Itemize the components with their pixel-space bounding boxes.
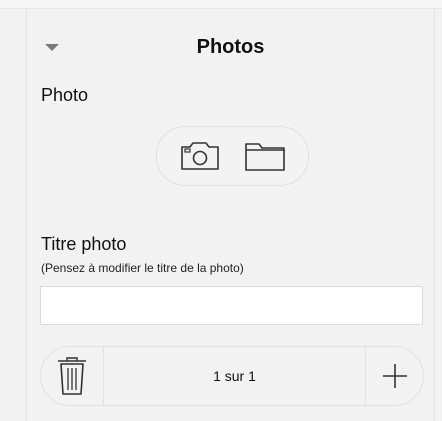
photo-pager: 1 sur 1 [40,346,424,406]
section-title: Photos [196,36,265,58]
photo-source-buttons [156,126,309,186]
photos-panel: Photos Photo Titre photo (Pensez à modif… [27,9,434,414]
trash-icon [58,357,86,395]
photo-count: 1 sur 1 [213,368,256,384]
section-header: Photos [27,33,434,63]
delete-photo-button[interactable] [41,347,103,405]
photo-title-label: Titre photo [41,234,127,254]
folder-icon [245,143,285,171]
folder-button[interactable] [243,140,287,172]
add-photo-button[interactable] [366,347,424,405]
camera-button[interactable] [179,140,221,172]
photos-screen: Photos Photo Titre photo (Pensez à modif… [0,0,442,421]
top-strip [0,0,442,9]
camera-icon [181,142,219,170]
photo-label: Photo [41,85,89,105]
panel-right-border [434,8,435,421]
photo-title-hint: (Pensez à modifier le titre de la photo) [41,261,244,275]
plus-icon [383,364,407,388]
photo-title-input[interactable] [40,286,423,325]
